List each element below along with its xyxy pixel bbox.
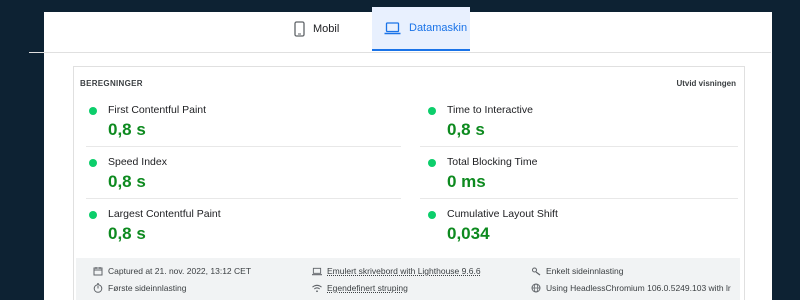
info-emulation: Emulert skrivebord with Lighthouse 9.6.6 xyxy=(312,266,481,276)
metric-value: 0,034 xyxy=(447,224,490,243)
metric-label: First Contentful Paint xyxy=(108,104,207,116)
metric-divider xyxy=(86,146,401,147)
metric-time-to-interactive: Time to Interactive 0,8 s xyxy=(428,101,728,141)
metric-value: 0,8 s xyxy=(108,172,146,191)
metric-total-blocking-time: Total Blocking Time 0 ms xyxy=(428,153,728,193)
info-text: Captured at 21. nov. 2022, 13:12 CET xyxy=(108,266,252,276)
good-status-icon xyxy=(428,107,436,115)
tab-desktop[interactable]: Datamaskin xyxy=(372,7,470,51)
good-status-icon xyxy=(428,159,436,167)
metric-label: Largest Contentful Paint xyxy=(108,208,221,220)
info-text: Enkelt sideinnlasting xyxy=(546,266,624,276)
timer-icon xyxy=(93,283,103,293)
metric-first-contentful-paint: First Contentful Paint 0,8 s xyxy=(89,101,389,141)
metric-divider xyxy=(420,146,738,147)
metric-value: 0,8 s xyxy=(447,120,485,139)
info-text: Første sideinnlasting xyxy=(108,283,187,293)
tab-mobile[interactable]: Mobil xyxy=(282,7,372,51)
metric-label: Speed Index xyxy=(108,156,167,168)
wifi-icon xyxy=(312,283,322,293)
good-status-icon xyxy=(89,107,97,115)
metric-cumulative-layout-shift: Cumulative Layout Shift 0,034 xyxy=(428,205,728,245)
metric-speed-index: Speed Index 0,8 s xyxy=(89,153,389,193)
metric-value: 0,8 s xyxy=(108,120,146,139)
metric-divider xyxy=(420,198,738,199)
calendar-icon xyxy=(93,266,103,276)
info-text[interactable]: Egendefinert struping xyxy=(327,283,408,293)
metric-label: Cumulative Layout Shift xyxy=(447,208,558,220)
info-throttling: Egendefinert struping xyxy=(312,283,408,293)
tab-mobile-label: Mobil xyxy=(313,23,340,35)
metric-label: Total Blocking Time xyxy=(447,156,538,168)
good-status-icon xyxy=(89,211,97,219)
info-browser: Using HeadlessChromium 106.0.5249.103 wi… xyxy=(531,283,731,293)
device-tabs: Mobil Datamaskin xyxy=(282,7,470,51)
metric-label: Time to Interactive xyxy=(447,104,533,116)
info-single-load: Enkelt sideinnlasting xyxy=(531,266,624,276)
info-captured: Captured at 21. nov. 2022, 13:12 CET xyxy=(93,266,251,276)
metric-largest-contentful-paint: Largest Contentful Paint 0,8 s xyxy=(89,205,389,245)
expand-view-link[interactable]: Utvid visningen xyxy=(676,79,736,88)
globe-icon xyxy=(531,283,541,293)
single-page-icon xyxy=(531,266,541,276)
good-status-icon xyxy=(89,159,97,167)
metric-value: 0 ms xyxy=(447,172,486,191)
laptop-icon xyxy=(312,266,322,276)
laptop-icon xyxy=(384,21,401,35)
tab-desktop-label: Datamaskin xyxy=(409,22,468,34)
tabs-divider xyxy=(29,52,771,53)
runtime-info-box: Captured at 21. nov. 2022, 13:12 CET Emu… xyxy=(76,258,740,300)
info-text[interactable]: Emulert skrivebord with Lighthouse 9.6.6 xyxy=(327,266,481,276)
info-first-load: Første sideinnlasting xyxy=(93,283,186,293)
info-text: Using HeadlessChromium 106.0.5249.103 wi… xyxy=(546,283,731,293)
good-status-icon xyxy=(428,211,436,219)
metric-value: 0,8 s xyxy=(108,224,146,243)
section-title: BEREGNINGER xyxy=(80,79,143,88)
phone-icon xyxy=(294,21,305,37)
metric-divider xyxy=(86,198,401,199)
